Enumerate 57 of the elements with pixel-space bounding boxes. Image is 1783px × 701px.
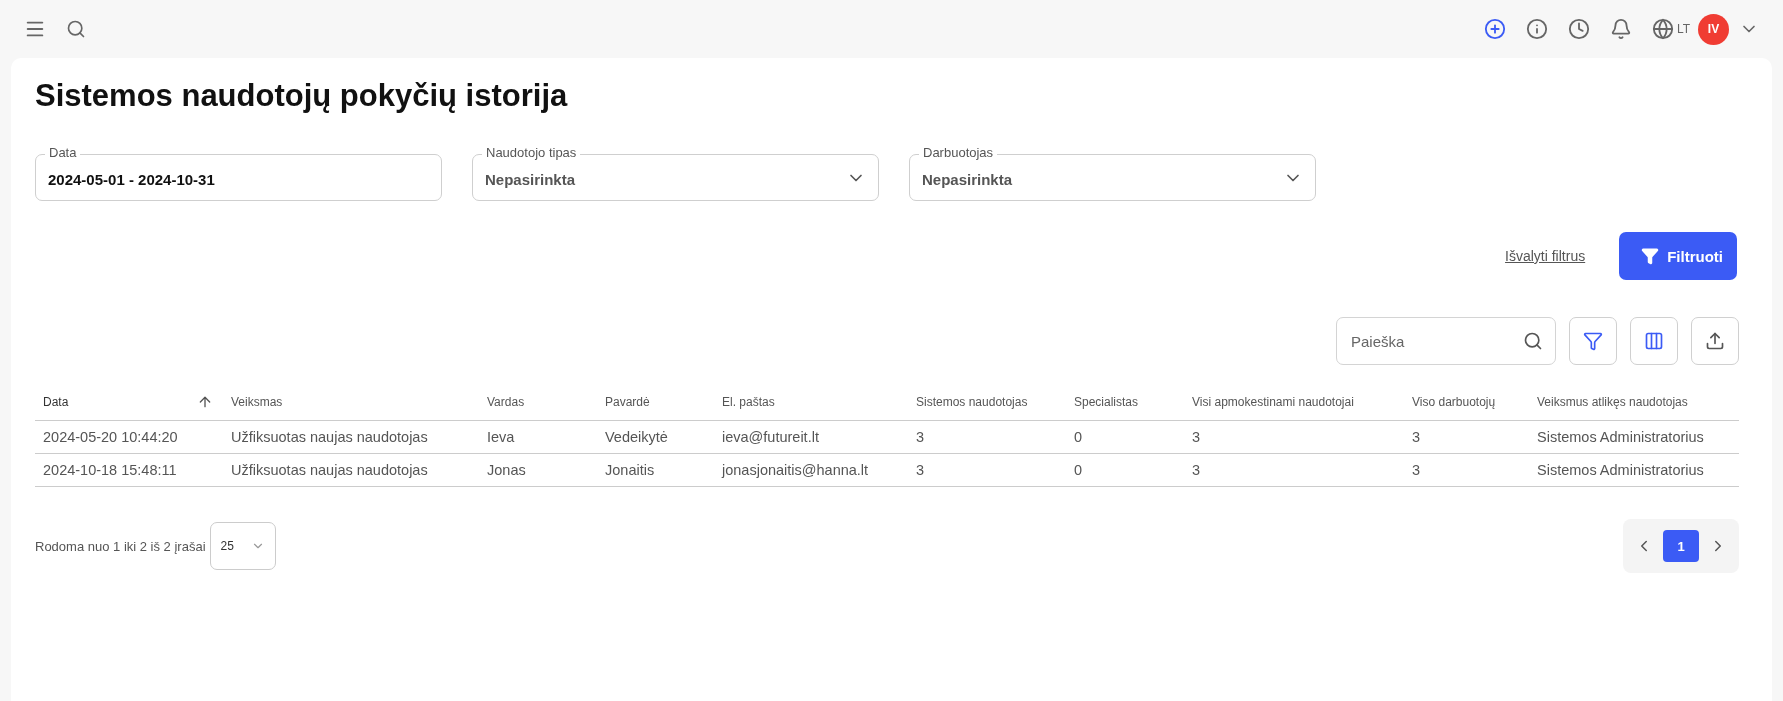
column-header[interactable]: Veiksmas	[231, 394, 283, 409]
field-value: Nepasirinkta	[485, 171, 576, 188]
filter-toggle-button[interactable]	[1569, 317, 1617, 365]
field-label: Naudotojo tipas	[482, 145, 581, 160]
table-cell-text: 3	[1411, 462, 1422, 478]
table-cell-text: Užfiksuotas naujas naudotojas	[230, 429, 429, 445]
table-cell-text: Vedeikytė	[604, 429, 669, 445]
column-header[interactable]: Viso darbuotojų	[1412, 394, 1496, 409]
page-button[interactable]: 1	[1663, 530, 1699, 562]
user-avatar[interactable]: IV	[1698, 13, 1729, 45]
column-header[interactable]: Veiksmus atlikęs naudotojas	[1537, 394, 1688, 409]
table-cell-text: 0	[1073, 429, 1084, 445]
filter-button[interactable]: Filtruoti	[1619, 232, 1737, 280]
field-label: Data	[45, 145, 81, 160]
funnel-icon	[1583, 331, 1603, 351]
table-cell-text: 3	[1191, 462, 1202, 478]
page-size-select[interactable]: 25	[209, 522, 276, 570]
clock-icon[interactable]	[1567, 18, 1590, 40]
table-cell-text: Jonaitis	[604, 462, 656, 478]
search-icon[interactable]	[66, 19, 86, 39]
table-cell-text: 2024-10-18 15:48:11	[42, 462, 178, 478]
table-cell-text: ieva@futureit.lt	[721, 429, 820, 445]
table-cell-text: Jonas	[486, 462, 527, 478]
info-icon[interactable]	[1525, 18, 1548, 40]
search-icon	[1523, 331, 1543, 351]
table-cell-text: 3	[915, 462, 926, 478]
table-cell-text: 2024-05-20 10:44:20	[42, 429, 179, 445]
upload-icon	[1705, 331, 1725, 351]
table-cell-text: 3	[1191, 429, 1202, 445]
table-cell-text: 0	[1073, 462, 1084, 478]
column-header[interactable]: Vardas	[487, 394, 525, 409]
table-cell-text: Sistemos Administratorius	[1536, 429, 1705, 445]
funnel-icon	[1641, 247, 1660, 265]
column-header[interactable]: Visi apmokestinami naudotojai	[1192, 394, 1354, 409]
column-header[interactable]: El. paštas	[722, 394, 775, 409]
column-header[interactable]: Pavardė	[605, 394, 650, 409]
search-field[interactable]: Paieška	[1336, 317, 1556, 365]
field-value: Nepasirinkta	[922, 171, 1013, 188]
column-header[interactable]: Data	[43, 394, 69, 409]
columns-icon	[1644, 331, 1664, 351]
column-header[interactable]: Specialistas	[1074, 394, 1139, 409]
bell-icon[interactable]	[1609, 18, 1632, 40]
table-cell-text: 3	[915, 429, 926, 445]
table-cell-text: Sistemos Administratorius	[1536, 462, 1705, 478]
columns-button[interactable]	[1630, 317, 1678, 365]
plus-circle-icon[interactable]	[1483, 18, 1506, 40]
table-cell-text: Ieva	[486, 429, 516, 445]
export-button[interactable]	[1691, 317, 1739, 365]
table-cell-text: Užfiksuotas naujas naudotojas	[230, 462, 429, 478]
table-cell-text: jonasjonaitis@hanna.lt	[720, 462, 870, 478]
column-header[interactable]: Sistemos naudotojas	[916, 394, 1028, 409]
field-value: 2024-05-01 - 2024-10-31	[48, 171, 215, 188]
clear-filters-link[interactable]: Išvalyti filtrus	[1505, 248, 1586, 264]
field-label: Darbuotojas	[919, 145, 998, 160]
records-summary: Rodoma nuo 1 iki 2 iš 2 įrašai	[35, 538, 206, 554]
table-cell-text: 3	[1411, 429, 1422, 445]
page-title: Sistemos naudotojų pokyčių istorija	[35, 78, 569, 114]
